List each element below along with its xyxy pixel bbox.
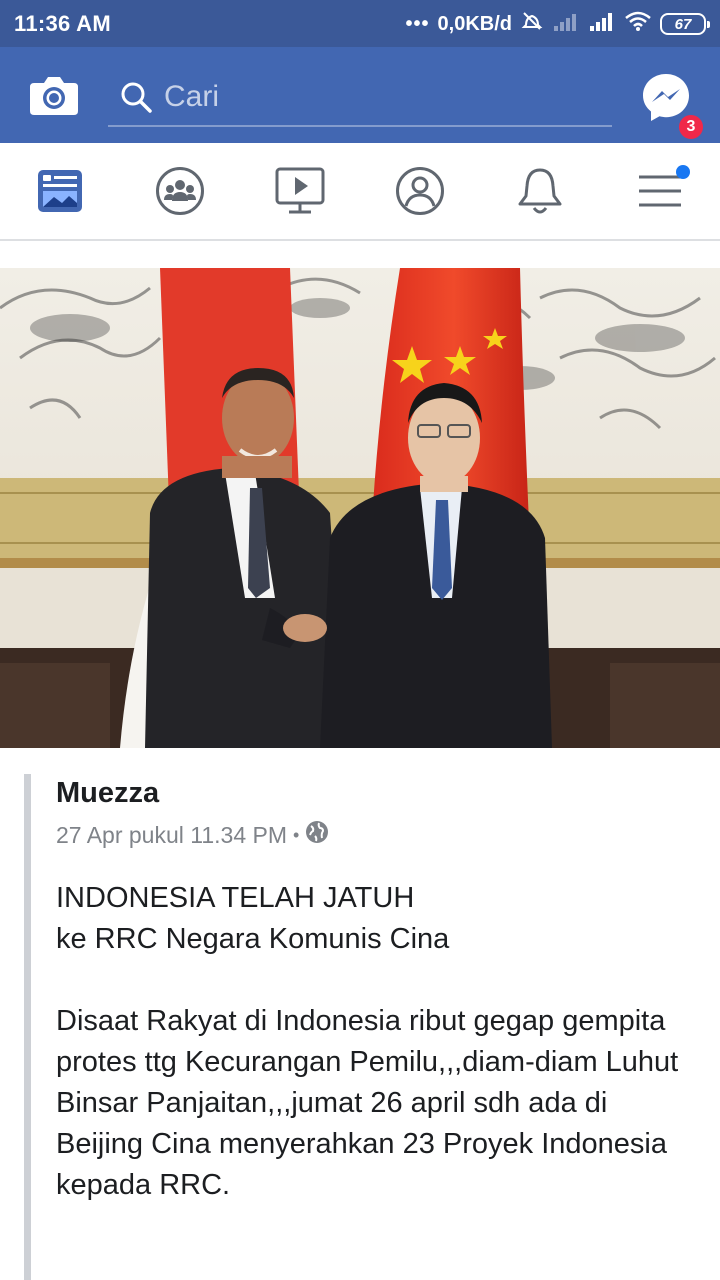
- video-icon: [275, 167, 325, 214]
- tab-menu[interactable]: [600, 143, 720, 239]
- wifi-icon: [624, 10, 652, 38]
- status-icons: ••• 0,0KB/d 67: [405, 9, 710, 39]
- camera-icon: [30, 77, 78, 115]
- camera-button[interactable]: [26, 67, 82, 123]
- tab-watch[interactable]: [240, 143, 360, 239]
- post-meta: 27 Apr pukul 11.34 PM •: [56, 820, 329, 850]
- post-photo[interactable]: [0, 268, 720, 748]
- tab-notifications[interactable]: [480, 143, 600, 239]
- post-author[interactable]: Muezza: [56, 777, 159, 810]
- status-dots: •••: [405, 12, 430, 35]
- globe-icon: [305, 820, 329, 850]
- post-timestamp[interactable]: 27 Apr pukul 11.34 PM: [56, 822, 287, 849]
- signal-weak-icon: [552, 10, 580, 38]
- post-paragraph-1: INDONESIA TELAH JATUH ke RRC Negara Komu…: [56, 882, 450, 955]
- profile-icon: [396, 167, 444, 215]
- network-speed: 0,0KB/d: [437, 12, 512, 35]
- messenger-badge: 3: [677, 113, 705, 141]
- post-text: INDONESIA TELAH JATUH ke RRC Negara Komu…: [56, 878, 696, 1247]
- tab-groups[interactable]: [120, 143, 240, 239]
- tab-profile[interactable]: [360, 143, 480, 239]
- app-bar: 3: [0, 47, 720, 143]
- tab-news-feed[interactable]: [0, 143, 120, 239]
- signal-strong-icon: [588, 10, 616, 38]
- status-time: 11:36 AM: [14, 11, 111, 36]
- battery-indicator: 67: [660, 13, 710, 35]
- menu-icon: [639, 175, 681, 207]
- search-bar[interactable]: [108, 69, 612, 127]
- alarm-off-icon: [520, 9, 544, 39]
- meta-separator: •: [293, 824, 300, 845]
- quote-bar: [24, 774, 31, 1280]
- tab-bar: [0, 143, 720, 241]
- post-paragraph-2: Disaat Rakyat di Indonesia ribut gegap g…: [56, 1005, 679, 1201]
- menu-notification-dot: [676, 165, 690, 179]
- search-icon: [114, 75, 158, 119]
- search-input[interactable]: [164, 80, 584, 114]
- status-bar: 11:36 AM ••• 0,0KB/d 67: [0, 0, 720, 47]
- bell-icon: [518, 168, 562, 214]
- post-card: Muezza 27 Apr pukul 11.34 PM • INDONESIA…: [0, 748, 720, 1280]
- groups-icon: [156, 167, 204, 215]
- news-feed-icon: [38, 170, 82, 212]
